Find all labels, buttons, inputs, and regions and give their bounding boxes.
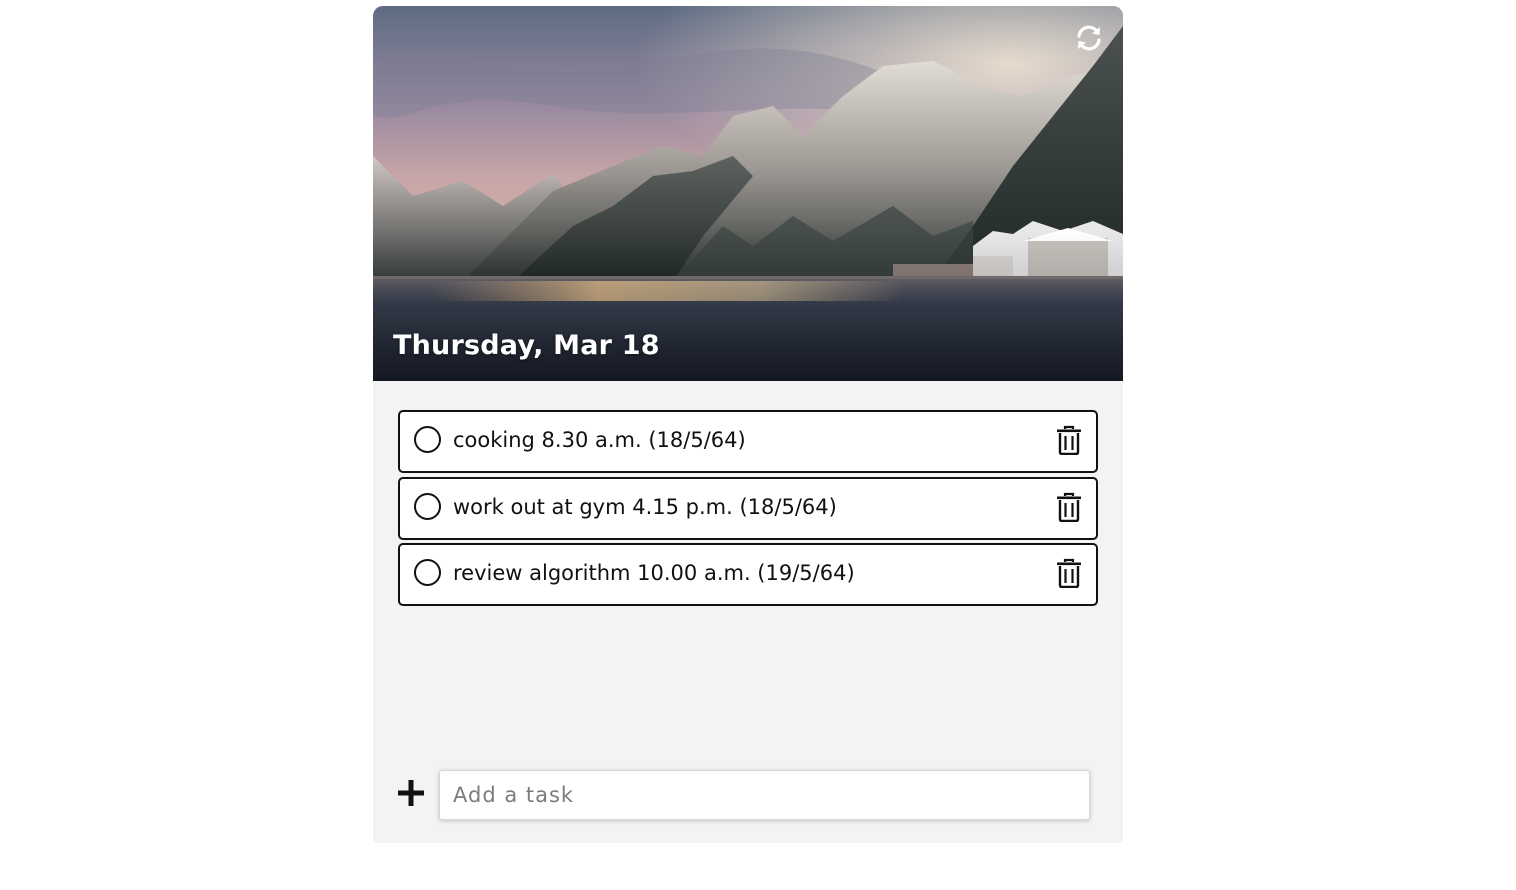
add-task-input[interactable] [439, 770, 1090, 820]
add-task-row [398, 770, 1098, 822]
task-text: review algorithm 10.00 a.m. (19/5/64) [453, 561, 855, 585]
todo-app: Thursday, Mar 18 cooking 8.30 a.m. (18/5… [373, 6, 1123, 843]
task-item: review algorithm 10.00 a.m. (19/5/64) [398, 543, 1098, 606]
trash-icon[interactable] [1056, 425, 1082, 455]
trash-icon[interactable] [1056, 558, 1082, 588]
header-banner: Thursday, Mar 18 [373, 6, 1123, 381]
task-item: cooking 8.30 a.m. (18/5/64) [398, 410, 1098, 473]
date-title: Thursday, Mar 18 [393, 330, 660, 361]
task-complete-checkbox[interactable] [414, 559, 441, 586]
task-text: cooking 8.30 a.m. (18/5/64) [453, 428, 746, 452]
plus-icon[interactable] [398, 780, 424, 806]
trash-icon[interactable] [1056, 492, 1082, 522]
task-text: work out at gym 4.15 p.m. (18/5/64) [453, 494, 837, 519]
mountain-lake-background-image [373, 6, 1123, 381]
task-list: cooking 8.30 a.m. (18/5/64) work out at … [398, 410, 1098, 610]
refresh-button[interactable] [1071, 20, 1107, 56]
task-item: work out at gym 4.15 p.m. (18/5/64) [398, 476, 1098, 540]
task-complete-checkbox[interactable] [414, 492, 441, 520]
refresh-icon [1077, 25, 1101, 51]
task-complete-checkbox[interactable] [414, 426, 441, 453]
